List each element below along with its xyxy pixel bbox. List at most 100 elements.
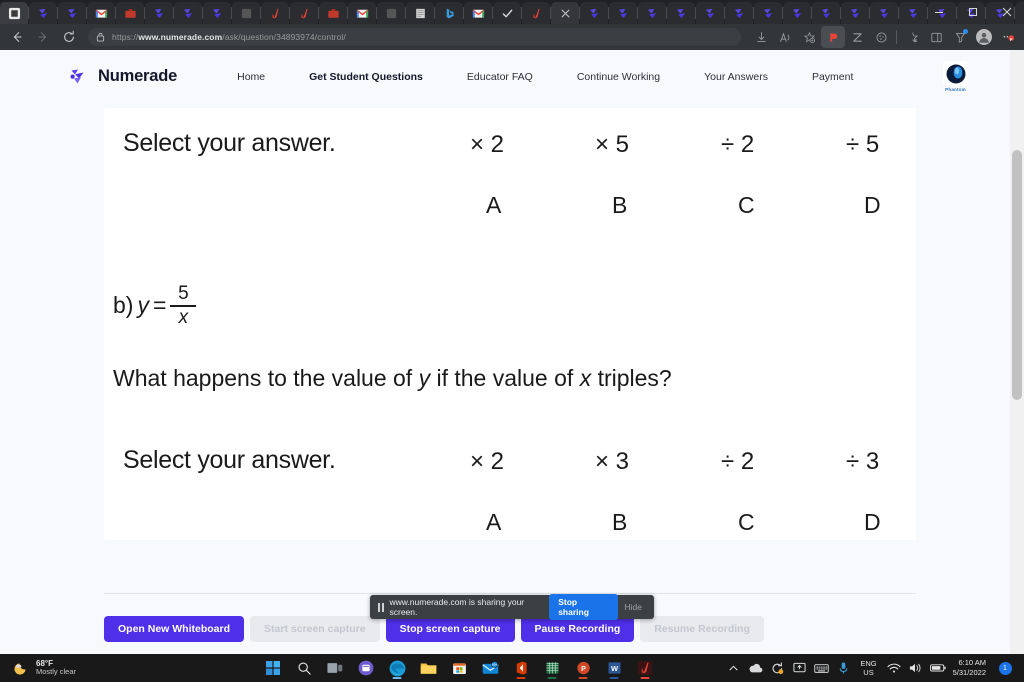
browser-tab-26[interactable] <box>754 2 783 24</box>
screen-icon[interactable] <box>788 656 810 680</box>
keyboard-icon[interactable] <box>810 656 832 680</box>
notification-badge[interactable]: 1 <box>994 656 1016 680</box>
back-icon[interactable] <box>4 26 30 48</box>
browser-tab-27[interactable] <box>783 2 812 24</box>
settings-more-icon[interactable]: p <box>996 26 1020 48</box>
browser-tab-1[interactable] <box>29 2 58 24</box>
browser-tab-11[interactable] <box>319 2 348 24</box>
teams-icon[interactable] <box>355 657 377 679</box>
search-icon[interactable] <box>293 657 315 679</box>
browser-tab-8[interactable] <box>232 2 261 24</box>
add-favorite-icon[interactable] <box>797 26 821 48</box>
browser-tab-30[interactable] <box>870 2 899 24</box>
language-indicator[interactable]: ENG US <box>854 659 882 678</box>
scrollbar-thumb[interactable] <box>1012 150 1022 400</box>
downloads-icon[interactable] <box>749 26 773 48</box>
excel-icon[interactable] <box>541 657 563 679</box>
account-area[interactable]: Phantom <box>943 61 1010 92</box>
browser-essentials-icon[interactable] <box>948 26 972 48</box>
clock[interactable]: 6:10 AM 5/31/2022 <box>949 658 994 678</box>
notification-dot <box>963 29 968 34</box>
browser-tab-13[interactable] <box>377 2 406 24</box>
browser-tab-29[interactable] <box>841 2 870 24</box>
browser-tab-24[interactable] <box>696 2 725 24</box>
battery-icon[interactable] <box>927 656 949 680</box>
browser-tab-18[interactable] <box>522 2 551 24</box>
profile-avatar[interactable] <box>972 26 996 48</box>
split-screen-icon[interactable] <box>924 26 948 48</box>
browser-tab-14[interactable] <box>406 2 435 24</box>
reload-icon[interactable] <box>56 26 82 48</box>
nav-link-your-answers[interactable]: Your Answers <box>682 71 790 83</box>
browser-tab-23[interactable] <box>667 2 696 24</box>
browser-tab-22[interactable] <box>638 2 667 24</box>
browser-tab-15[interactable] <box>435 2 464 24</box>
browser-tab-19[interactable] <box>551 2 580 24</box>
browser-tab-21[interactable] <box>609 2 638 24</box>
update-icon[interactable] <box>766 656 788 680</box>
nav-link-get-student-questions[interactable]: Get Student Questions <box>287 71 445 83</box>
store-icon[interactable] <box>448 657 470 679</box>
mail-icon[interactable]: 99+ <box>479 657 501 679</box>
adobe-icon[interactable] <box>634 657 656 679</box>
browser-tab-28[interactable] <box>812 2 841 24</box>
open-new-whiteboard-button[interactable]: Open New Whiteboard <box>104 616 245 642</box>
nav-link-continue-working[interactable]: Continue Working <box>555 71 682 83</box>
collections-icon[interactable] <box>900 26 924 48</box>
browser-tab-5[interactable] <box>145 2 174 24</box>
phantom-avatar-icon <box>943 61 968 86</box>
browser-tab-3[interactable] <box>87 2 116 24</box>
nav-link-payment[interactable]: Payment <box>790 71 875 83</box>
widgets-icon[interactable] <box>262 657 284 679</box>
numerade-icon <box>675 7 688 20</box>
browser-tab-16[interactable] <box>464 2 493 24</box>
nav-link-educator-faq[interactable]: Educator FAQ <box>445 71 555 83</box>
task-view-icon[interactable] <box>324 657 346 679</box>
maximize-button[interactable] <box>956 0 990 24</box>
browser-tab-7[interactable] <box>203 2 232 24</box>
close-button[interactable] <box>990 0 1024 24</box>
volume-icon[interactable] <box>905 656 927 680</box>
browser-tab-17[interactable] <box>493 2 522 24</box>
onedrive-icon[interactable] <box>744 656 766 680</box>
numerade-logo[interactable]: Numerade <box>70 67 177 86</box>
fraction-numerator: 5 <box>178 283 189 304</box>
forward-icon[interactable] <box>30 26 56 48</box>
browser-tab-9[interactable] <box>261 2 290 24</box>
browser-tab-20[interactable] <box>580 2 609 24</box>
cookie-icon[interactable] <box>869 26 893 48</box>
browser-tab-6[interactable] <box>174 2 203 24</box>
edge-icon[interactable] <box>386 657 408 679</box>
weather-widget[interactable]: 68°F Mostly clear <box>0 659 230 677</box>
wifi-icon[interactable] <box>883 656 905 680</box>
svg-text:W: W <box>610 664 618 673</box>
powerpoint-icon[interactable]: P <box>572 657 594 679</box>
browser-tab-12[interactable] <box>348 2 377 24</box>
stop-sharing-button[interactable]: Stop sharing <box>549 594 618 620</box>
hide-sharing-button[interactable]: Hide <box>618 602 649 612</box>
numerade-icon <box>153 7 166 20</box>
browser-tab-0[interactable] <box>0 2 29 24</box>
stop-screen-capture-button[interactable]: Stop screen capture <box>385 616 515 642</box>
numerade-icon <box>849 7 862 20</box>
trustpilot-icon[interactable] <box>821 26 845 48</box>
show-hidden-icons-icon[interactable] <box>722 656 744 680</box>
page-scrollbar[interactable] <box>1010 50 1024 654</box>
address-bar[interactable]: https://www.numerade.com/ask/question/34… <box>88 28 741 46</box>
file-explorer-icon[interactable] <box>417 657 439 679</box>
browser-tab-2[interactable] <box>58 2 87 24</box>
read-aloud-icon[interactable] <box>773 26 797 48</box>
numerade-icon <box>182 7 195 20</box>
browser-tab-10[interactable] <box>290 2 319 24</box>
active-indicator <box>516 677 526 679</box>
word-icon[interactable]: W <box>603 657 625 679</box>
browser-tab-4[interactable] <box>116 2 145 24</box>
numerade-icon <box>733 7 746 20</box>
zotero-icon[interactable] <box>845 26 869 48</box>
office-icon[interactable] <box>510 657 532 679</box>
start-screen-capture-button: Start screen capture <box>250 616 380 642</box>
minimize-button[interactable] <box>922 0 956 24</box>
browser-tab-25[interactable] <box>725 2 754 24</box>
microphone-icon[interactable] <box>832 656 854 680</box>
nav-link-home[interactable]: Home <box>215 71 287 83</box>
